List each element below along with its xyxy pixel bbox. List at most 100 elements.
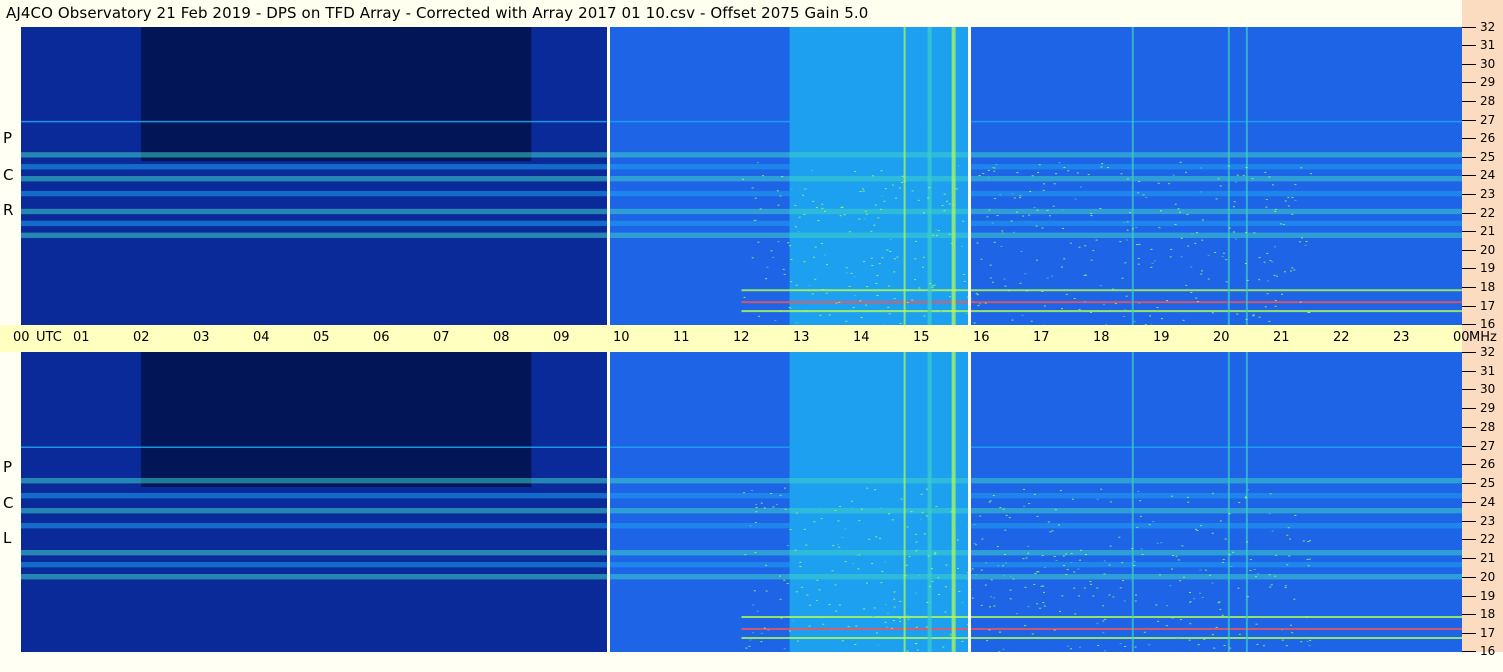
noise-speckle <box>1024 625 1026 626</box>
noise-speckle <box>1250 559 1252 560</box>
lcp-freq-label: 28 <box>1480 421 1495 433</box>
noise-speckle <box>1218 602 1220 603</box>
noise-speckle <box>1096 240 1098 241</box>
noise-speckle <box>875 283 877 284</box>
noise-speckle <box>981 570 983 571</box>
noise-speckle <box>1013 232 1015 233</box>
noise-speckle <box>754 552 756 553</box>
noise-speckle <box>994 242 996 243</box>
noise-speckle <box>820 510 822 511</box>
noise-speckle <box>826 293 828 294</box>
noise-speckle <box>972 598 974 599</box>
time-tick-label: 12 <box>733 330 750 345</box>
noise-speckle <box>766 591 768 592</box>
noise-speckle <box>770 493 772 494</box>
noise-speckle <box>872 616 874 617</box>
noise-speckle <box>799 217 801 218</box>
noise-speckle <box>924 533 926 534</box>
noise-speckle <box>888 513 890 514</box>
noise-speckle <box>908 619 910 620</box>
noise-speckle <box>757 611 759 612</box>
noise-speckle <box>1047 278 1049 279</box>
noise-speckle <box>744 554 746 555</box>
noise-speckle <box>1042 602 1044 603</box>
noise-speckle <box>1199 570 1201 571</box>
noise-speckle <box>787 242 789 243</box>
noise-speckle <box>1104 619 1106 620</box>
noise-speckle <box>972 568 974 569</box>
noise-speckle <box>780 195 782 196</box>
noise-speckle <box>904 575 906 576</box>
noise-speckle <box>944 194 946 195</box>
noise-speckle <box>1159 574 1161 575</box>
time-tick-label: 20 <box>1213 330 1230 345</box>
rcp-freq-label: 17 <box>1480 300 1495 312</box>
noise-speckle <box>1123 316 1125 317</box>
noise-speckle <box>1037 210 1039 211</box>
noise-speckle <box>1173 175 1175 176</box>
noise-speckle <box>801 587 803 588</box>
noise-speckle <box>885 188 887 189</box>
noise-speckle <box>999 632 1001 633</box>
noise-speckle <box>924 316 926 317</box>
noise-speckle <box>863 191 865 192</box>
noise-speckle <box>1084 301 1086 302</box>
noise-speckle <box>836 303 838 304</box>
rcp-letter-3: R <box>3 201 13 219</box>
noise-speckle <box>1274 275 1276 276</box>
noise-speckle <box>1247 280 1249 281</box>
noise-speckle <box>1019 195 1021 196</box>
noise-speckle <box>988 170 990 171</box>
noise-speckle <box>934 552 936 553</box>
time-axis-bar <box>0 325 1462 352</box>
rcp-freq-label: 21 <box>1480 225 1495 237</box>
noise-speckle <box>1218 178 1220 179</box>
noise-speckle <box>1092 250 1094 251</box>
noise-speckle <box>1104 650 1106 651</box>
noise-speckle <box>748 646 750 647</box>
noise-speckle <box>1036 226 1038 227</box>
noise-speckle <box>961 246 963 247</box>
noise-speckle <box>921 494 923 495</box>
noise-speckle <box>1259 257 1261 258</box>
noise-speckle <box>1014 197 1016 198</box>
time-tick-label: 03 <box>193 330 210 345</box>
noise-speckle <box>1252 315 1254 316</box>
noise-speckle <box>846 267 848 268</box>
noise-speckle <box>974 322 976 323</box>
noise-speckle <box>806 594 808 595</box>
noise-speckle <box>838 547 840 548</box>
noise-speckle <box>1124 309 1126 310</box>
noise-speckle <box>989 606 991 607</box>
noise-speckle <box>1189 640 1191 641</box>
noise-speckle <box>1246 541 1248 542</box>
noise-speckle <box>811 170 813 171</box>
noise-speckle <box>1274 211 1276 212</box>
noise-speckle <box>1294 515 1296 516</box>
noise-speckle <box>1264 172 1266 173</box>
noise-speckle <box>1079 309 1081 310</box>
noise-speckle <box>765 565 767 566</box>
spectrogram-region <box>609 352 789 652</box>
noise-speckle <box>1005 563 1007 564</box>
noise-speckle <box>1006 515 1008 516</box>
noise-speckle <box>1266 199 1268 200</box>
noise-speckle <box>903 181 905 182</box>
noise-speckle <box>917 650 919 651</box>
noise-speckle <box>1303 540 1305 541</box>
noise-speckle <box>1270 493 1272 494</box>
noise-speckle <box>1243 175 1245 176</box>
noise-speckle <box>879 538 881 539</box>
noise-speckle <box>993 597 995 598</box>
noise-speckle <box>1168 183 1170 184</box>
noise-speckle <box>915 241 917 242</box>
noise-speckle <box>1020 251 1022 252</box>
noise-speckle <box>1288 527 1290 528</box>
noise-speckle <box>951 243 953 244</box>
noise-speckle <box>1212 634 1214 635</box>
noise-speckle <box>1187 214 1189 215</box>
noise-speckle <box>872 175 874 176</box>
noise-speckle <box>899 601 901 602</box>
noise-speckle <box>933 285 935 286</box>
noise-speckle <box>990 277 992 278</box>
